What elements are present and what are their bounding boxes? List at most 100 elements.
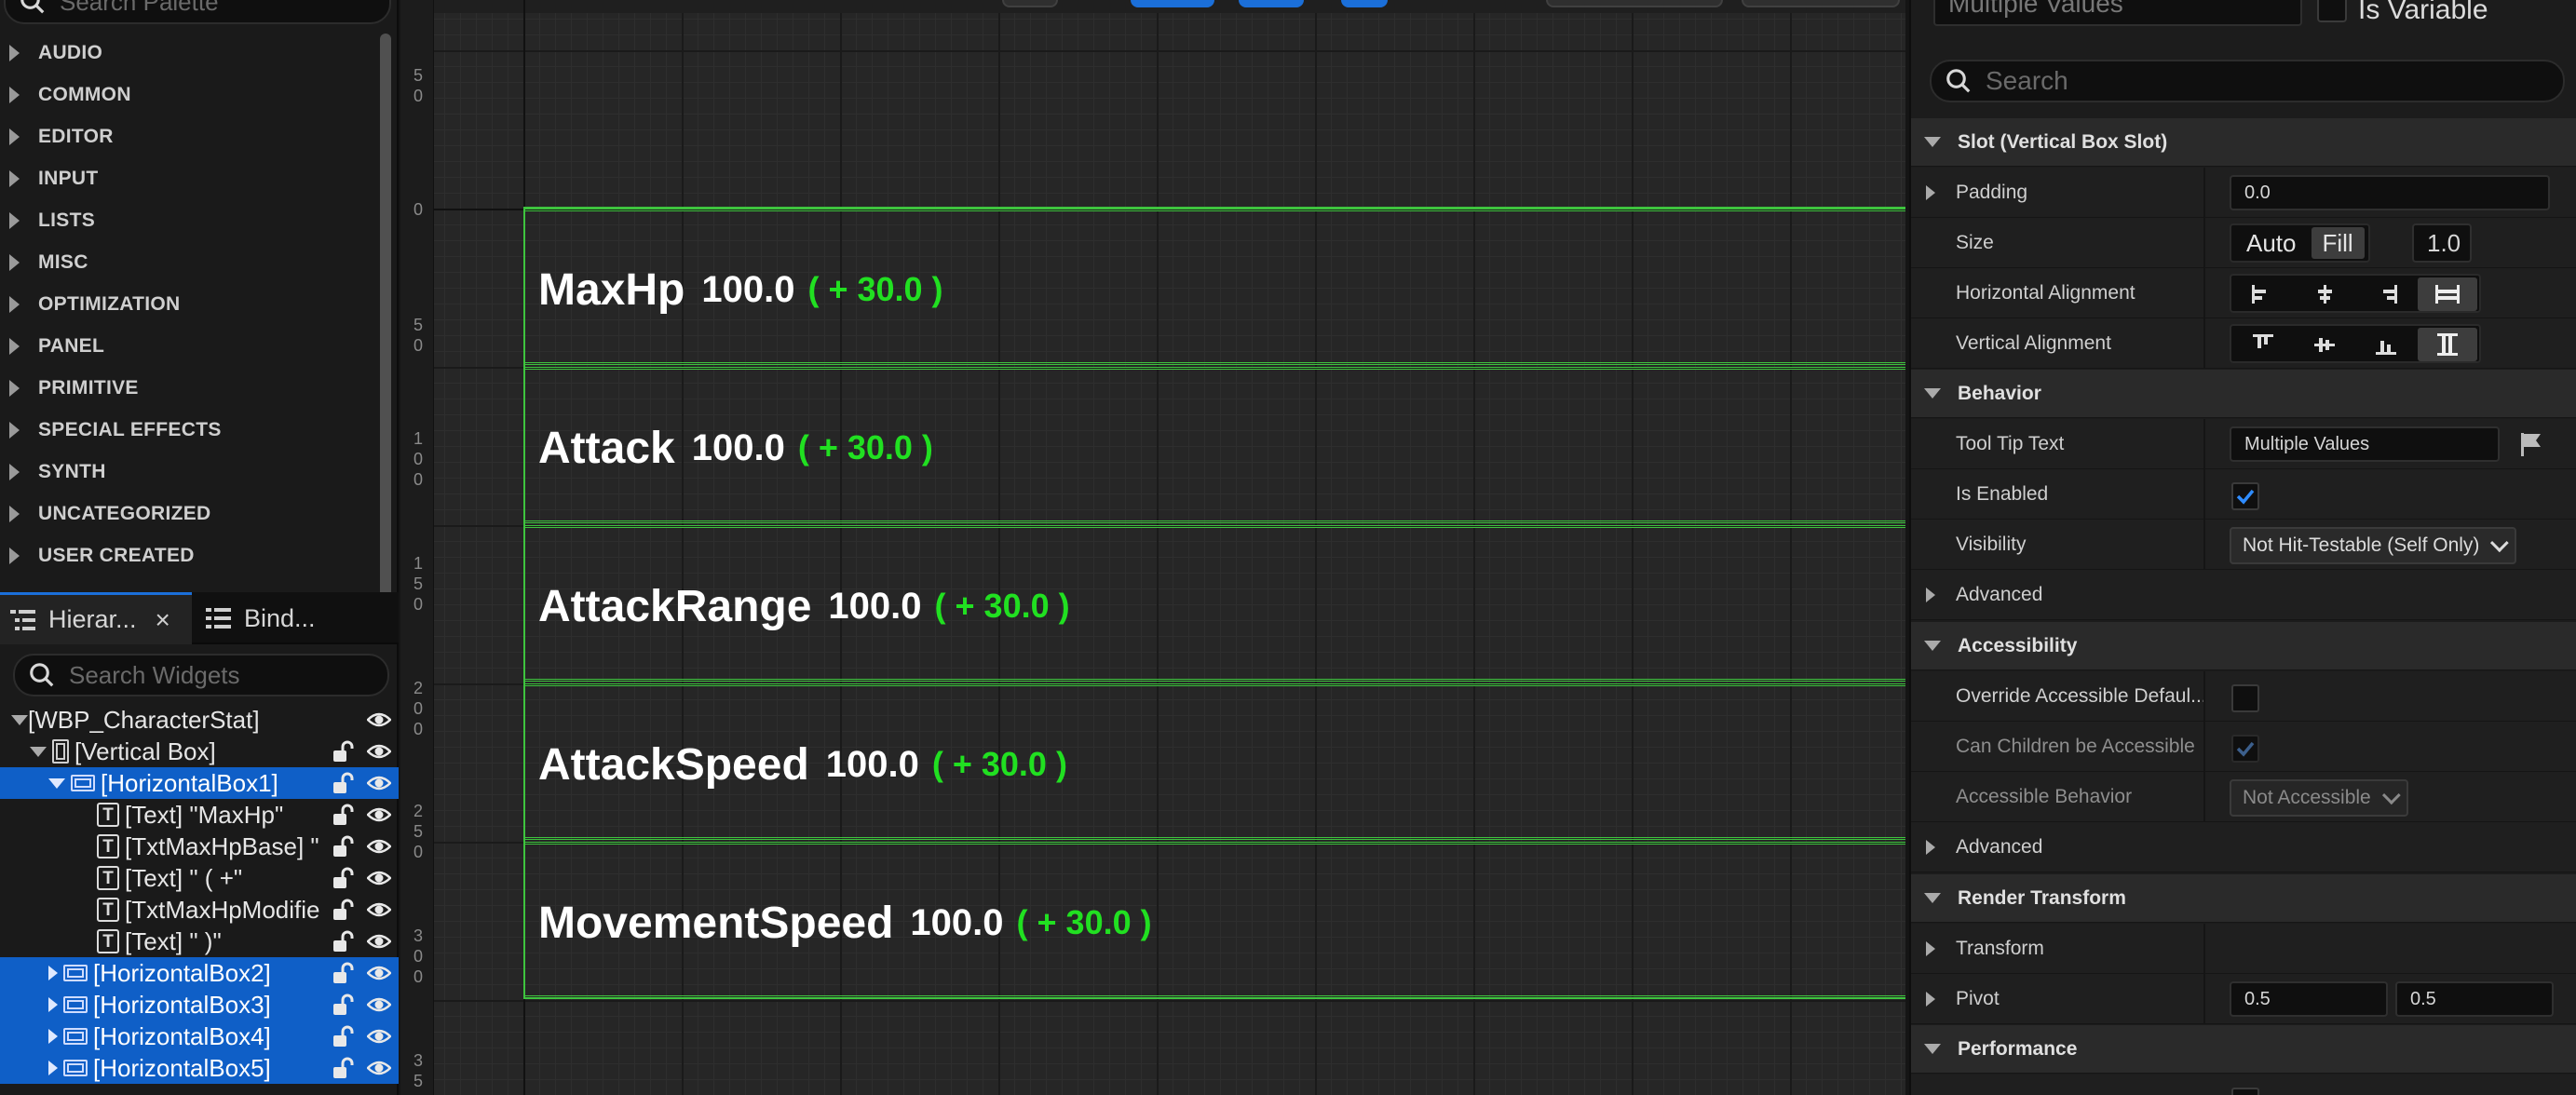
widget-name-field[interactable]: Multiple Values: [1933, 0, 2302, 26]
details-search-input[interactable]: Search: [1930, 60, 2565, 102]
align-right-button[interactable]: [2356, 277, 2416, 311]
tab-bindings[interactable]: Bind...: [205, 592, 391, 644]
lock-icon[interactable]: [330, 898, 354, 922]
lock-icon[interactable]: [330, 803, 354, 827]
column-divider[interactable]: [2203, 520, 2205, 570]
column-divider[interactable]: [2203, 722, 2205, 772]
visibility-dropdown[interactable]: Not Hit-Testable (Self Only): [2230, 527, 2517, 564]
lock-icon[interactable]: [330, 866, 354, 890]
column-divider[interactable]: [2203, 218, 2205, 268]
palette-category-input[interactable]: INPUT: [0, 157, 376, 199]
pivot-y-input[interactable]: 0.5: [2395, 981, 2554, 1017]
prop-transform[interactable]: Transform: [1911, 924, 2576, 974]
is-variable-checkbox[interactable]: [2317, 0, 2347, 22]
valign-bottom-button[interactable]: [2356, 328, 2416, 361]
size-fill-value-input[interactable]: 1.0: [2412, 223, 2472, 263]
stat-horizontal-box[interactable]: MovementSpeed 100.0 ( + 30.0 ): [525, 842, 1905, 998]
eye-icon[interactable]: [367, 1056, 391, 1080]
lock-icon[interactable]: [330, 1056, 354, 1080]
toolbar-button[interactable]: [1546, 0, 1723, 7]
valign-center-button[interactable]: [2295, 328, 2354, 361]
tooltip-text-input[interactable]: Multiple Values: [2230, 426, 2500, 462]
lock-icon[interactable]: [330, 771, 354, 795]
lock-icon[interactable]: [330, 961, 354, 985]
eye-icon[interactable]: [367, 866, 391, 890]
column-divider[interactable]: [2203, 268, 2205, 318]
designer-canvas[interactable]: 5005010015020025030035 MaxHp 100.0( + 30.…: [400, 0, 1905, 1095]
column-divider[interactable]: [2203, 168, 2205, 218]
column-divider[interactable]: [2203, 772, 2205, 822]
tab-hierarchy[interactable]: Hierar... ×: [0, 592, 192, 644]
palette-category-lists[interactable]: LISTS: [0, 199, 376, 241]
hierarchy-item[interactable]: T [TxtMaxHpModifie: [0, 894, 399, 926]
lock-icon[interactable]: [330, 993, 354, 1017]
palette-category-audio[interactable]: AUDIO: [0, 32, 376, 74]
align-left-button[interactable]: [2233, 277, 2293, 311]
hierarchy-item[interactable]: [WBP_CharacterStat]: [0, 704, 399, 736]
expand-icon[interactable]: [1926, 184, 1935, 200]
eye-icon[interactable]: [367, 803, 391, 827]
expand-icon[interactable]: [1926, 839, 1935, 855]
toolbar-toggle-button[interactable]: [1239, 0, 1304, 7]
expand-icon[interactable]: [1926, 940, 1935, 956]
column-divider[interactable]: [2203, 419, 2205, 469]
eye-icon[interactable]: [367, 1024, 391, 1048]
align-fill-button[interactable]: [2418, 277, 2477, 311]
palette-category-special-effects[interactable]: SPECIAL EFFECTS: [0, 409, 376, 451]
collapse-icon[interactable]: [48, 777, 65, 789]
character-stat-widget-preview[interactable]: MaxHp 100.0 ( + 30.0 ) Attack 100.0 ( + 30.0 …: [523, 207, 1905, 999]
valign-fill-button[interactable]: [2418, 328, 2477, 361]
prop-advanced-behavior[interactable]: Advanced: [1911, 570, 2576, 620]
section-slot[interactable]: Slot (Vertical Box Slot): [1911, 118, 2576, 167]
pivot-x-input[interactable]: 0.5: [2230, 981, 2388, 1017]
eye-icon[interactable]: [367, 961, 391, 985]
eye-icon[interactable]: [367, 739, 391, 764]
hierarchy-item[interactable]: [Vertical Box]: [0, 736, 399, 767]
lock-icon[interactable]: [330, 929, 354, 953]
section-accessibility[interactable]: Accessibility: [1911, 622, 2576, 670]
hierarchy-item[interactable]: [HorizontalBox3]: [0, 989, 399, 1021]
hierarchy-item[interactable]: T [Text] " ( +": [0, 862, 399, 894]
section-performance[interactable]: Performance: [1911, 1025, 2576, 1074]
column-divider[interactable]: [2203, 318, 2205, 369]
hierarchy-search-input[interactable]: Search Widgets: [13, 654, 389, 696]
is-enabled-checkbox[interactable]: [2231, 482, 2259, 510]
lock-icon[interactable]: [330, 1024, 354, 1048]
lock-icon[interactable]: [330, 739, 354, 764]
section-behavior[interactable]: Behavior: [1911, 370, 2576, 418]
padding-input[interactable]: 0.0: [2230, 175, 2550, 210]
column-divider[interactable]: [2203, 924, 2205, 974]
palette-category-uncategorized[interactable]: UNCATEGORIZED: [0, 493, 376, 534]
column-divider[interactable]: [2203, 974, 2205, 1024]
override-accessible-checkbox[interactable]: [2231, 684, 2259, 712]
section-render-transform[interactable]: Render Transform: [1911, 874, 2576, 923]
eye-icon[interactable]: [367, 708, 391, 732]
lock-icon[interactable]: [330, 834, 354, 858]
palette-category-user-created[interactable]: USER CREATED: [0, 534, 376, 576]
stat-horizontal-box[interactable]: AttackRange 100.0 ( + 30.0 ): [525, 525, 1905, 682]
eye-icon[interactable]: [367, 771, 391, 795]
close-icon[interactable]: ×: [156, 605, 170, 635]
palette-category-common[interactable]: COMMON: [0, 74, 376, 115]
palette-category-misc[interactable]: MISC: [0, 241, 376, 283]
palette-category-editor[interactable]: EDITOR: [0, 115, 376, 157]
eye-icon[interactable]: [367, 898, 391, 922]
hierarchy-item[interactable]: T [Text] " )": [0, 926, 399, 957]
toolbar-button[interactable]: [1742, 0, 1900, 7]
eye-icon[interactable]: [367, 993, 391, 1017]
expand-icon[interactable]: [48, 997, 58, 1012]
hierarchy-item[interactable]: T [Text] "MaxHp": [0, 799, 399, 831]
palette-category-synth[interactable]: SYNTH: [0, 451, 376, 493]
toolbar-button[interactable]: [1002, 0, 1058, 7]
hierarchy-item[interactable]: [HorizontalBox4]: [0, 1021, 399, 1052]
hierarchy-item[interactable]: [HorizontalBox2]: [0, 957, 399, 989]
expand-icon[interactable]: [1926, 587, 1935, 602]
toolbar-toggle-button[interactable]: [1131, 0, 1214, 7]
palette-category-optimization[interactable]: OPTIMIZATION: [0, 283, 376, 325]
expand-icon[interactable]: [1926, 991, 1935, 1007]
eye-icon[interactable]: [367, 834, 391, 858]
column-divider[interactable]: [2203, 671, 2205, 722]
stat-horizontal-box[interactable]: AttackSpeed 100.0 ( + 30.0 ): [525, 683, 1905, 840]
stat-horizontal-box[interactable]: MaxHp 100.0 ( + 30.0 ): [525, 209, 1905, 365]
align-center-button[interactable]: [2295, 277, 2354, 311]
